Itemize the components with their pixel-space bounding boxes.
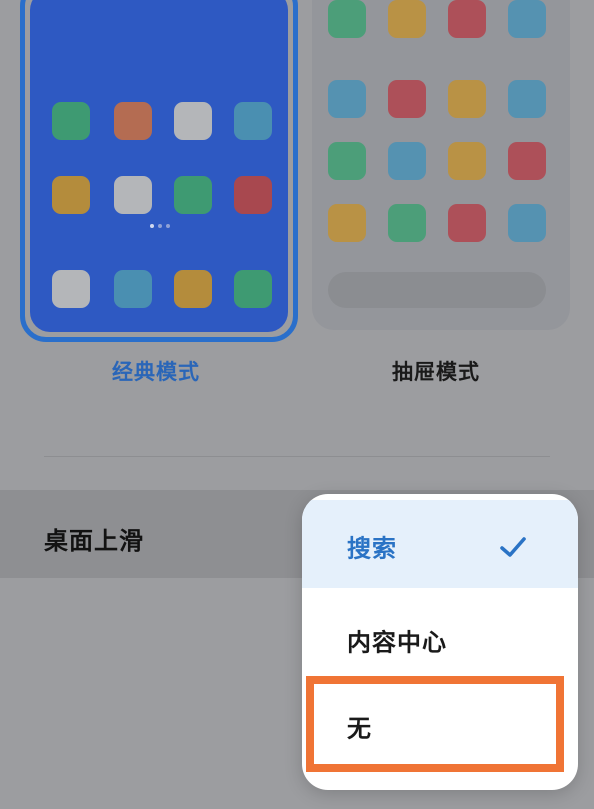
page-dot: [158, 224, 162, 228]
classic-mode-screen: [30, 0, 288, 332]
app-icon: [234, 176, 272, 214]
app-icon: [234, 102, 272, 140]
app-icon: [508, 80, 546, 118]
swipe-up-setting-title: 桌面上滑: [44, 527, 144, 555]
app-icon: [328, 80, 366, 118]
app-icon: [448, 142, 486, 180]
launcher-settings-page: 经典模式 抽屉模式 桌面上滑 搜索 内容中心 无: [0, 0, 594, 809]
app-icon: [388, 204, 426, 242]
option-search[interactable]: 搜索: [302, 500, 578, 588]
dock-app-icon: [52, 270, 90, 308]
page-dot: [166, 224, 170, 228]
classic-mode-preview[interactable]: [20, 0, 298, 342]
drawer-mode-label[interactable]: 抽屉模式: [392, 356, 480, 386]
app-icon: [388, 0, 426, 38]
app-icon: [328, 142, 366, 180]
option-content-center[interactable]: 内容中心: [302, 596, 578, 684]
app-icon: [388, 80, 426, 118]
app-icon: [174, 102, 212, 140]
app-icon: [328, 0, 366, 38]
check-icon: [500, 537, 526, 557]
dock-app-icon: [114, 270, 152, 308]
classic-mode-label[interactable]: 经典模式: [112, 356, 200, 386]
app-icon: [52, 102, 90, 140]
app-icon: [448, 80, 486, 118]
app-icon: [52, 176, 90, 214]
app-icon: [448, 204, 486, 242]
drawer-search-bar: [328, 272, 546, 308]
option-none-highlight: [306, 676, 564, 772]
app-icon: [114, 176, 152, 214]
app-icon: [328, 204, 366, 242]
drawer-mode-preview[interactable]: [312, 0, 570, 330]
page-dot: [150, 224, 154, 228]
app-icon: [508, 142, 546, 180]
section-divider: [44, 456, 550, 457]
app-icon: [388, 142, 426, 180]
dock-app-icon: [234, 270, 272, 308]
app-icon: [174, 176, 212, 214]
app-icon: [114, 102, 152, 140]
app-icon: [508, 204, 546, 242]
option-content-center-label: 内容中心: [347, 628, 447, 657]
app-icon: [448, 0, 486, 38]
dock-app-icon: [174, 270, 212, 308]
option-search-label: 搜索: [347, 534, 397, 563]
page-indicator: [150, 224, 170, 232]
app-icon: [508, 0, 546, 38]
